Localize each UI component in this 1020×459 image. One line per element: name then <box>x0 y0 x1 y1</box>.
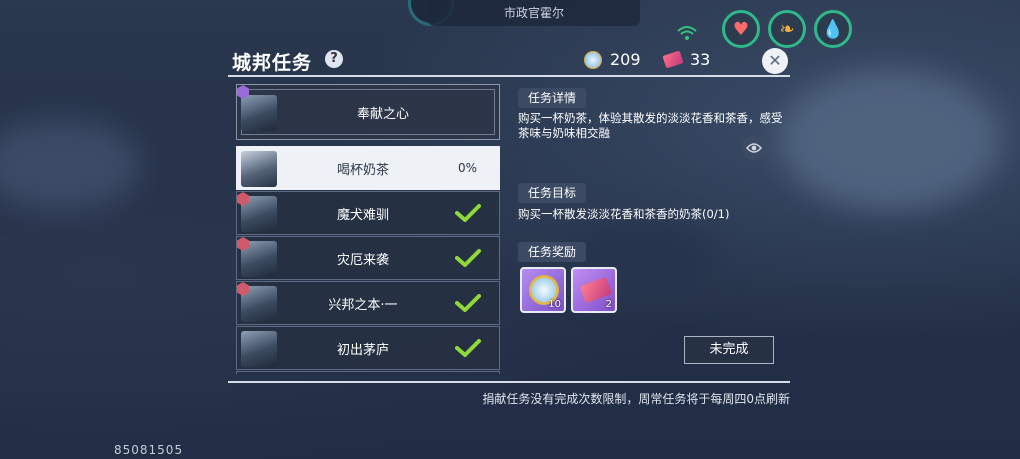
task-label: 兴邦之本·一 <box>328 297 398 313</box>
task-item[interactable]: 兴邦之本·一 <box>236 281 500 325</box>
detail-text: 购买一杯奶茶，体验其散发的淡淡花香和茶香，感受茶味与奶味相交融 <box>518 111 783 140</box>
check-icon <box>455 204 481 222</box>
reward-item[interactable]: 2 <box>571 267 617 313</box>
task-label: 魔犬难驯 <box>336 207 389 223</box>
hunger-status-icon[interactable]: ❧ <box>768 10 806 48</box>
close-button[interactable]: ✕ <box>762 48 788 74</box>
ticket-count: 33 <box>690 50 711 69</box>
task-item[interactable]: 初出茅庐 <box>236 326 500 370</box>
footer-note: 捐献任务没有完成次数限制，周常任务将于每周四0点刷新 <box>482 392 790 406</box>
panel-title: 城邦任务 <box>232 52 313 74</box>
task-portrait <box>241 151 277 187</box>
reward-item[interactable]: 10 <box>520 267 566 313</box>
reward-quantity: 2 <box>605 299 612 310</box>
task-item[interactable]: 魔犬难驯 <box>236 191 500 235</box>
task-label: 奉献之心 <box>356 106 409 122</box>
coin-count: 209 <box>610 50 641 69</box>
player-uid: 85081505 <box>114 443 184 457</box>
reward-quantity: 10 <box>548 299 561 310</box>
check-icon <box>455 339 481 357</box>
task-label: 灾厄来袭 <box>336 252 389 268</box>
detail-tag: 任务详情 <box>518 88 587 108</box>
task-status-button[interactable]: 未完成 <box>684 336 774 364</box>
help-icon[interactable]: ? <box>325 50 343 68</box>
task-item-partial[interactable] <box>236 371 500 374</box>
task-item-selected[interactable]: 喝杯奶茶 0% <box>236 146 500 190</box>
ticket-icon <box>662 50 684 69</box>
npc-name: 市政官霍尔 <box>503 6 564 20</box>
task-portrait <box>241 331 277 367</box>
eye-icon[interactable] <box>742 136 766 160</box>
task-item[interactable]: 灾厄来袭 <box>236 236 500 280</box>
footer-divider <box>228 381 790 383</box>
water-status-icon[interactable]: 💧 <box>814 10 852 48</box>
task-list[interactable]: 奉献之心 喝杯奶茶 0% 魔犬难驯 灾厄来袭 兴邦之本·一 初出茅庐 <box>236 84 502 374</box>
header-divider <box>228 75 790 77</box>
task-label: 喝杯奶茶 <box>336 162 389 178</box>
goal-tag: 任务目标 <box>518 183 587 203</box>
reward-tag: 任务奖励 <box>518 242 587 262</box>
health-status-icon[interactable]: ♥ <box>722 10 760 48</box>
npc-name-bar: 市政官霍尔 <box>428 0 640 26</box>
task-portrait <box>241 95 277 131</box>
task-progress: 0% <box>457 161 477 175</box>
currency-ticket: 33 <box>662 50 711 69</box>
goal-text: 购买一杯散发淡淡花香和茶香的奶茶(0/1) <box>518 207 730 221</box>
coin-icon <box>584 50 602 69</box>
signal-icon <box>676 24 698 44</box>
task-label: 初出茅庐 <box>336 342 389 358</box>
check-icon <box>455 249 481 267</box>
currency-coin: 209 <box>584 50 641 69</box>
task-item-featured[interactable]: 奉献之心 <box>236 84 500 140</box>
check-icon <box>455 294 481 312</box>
